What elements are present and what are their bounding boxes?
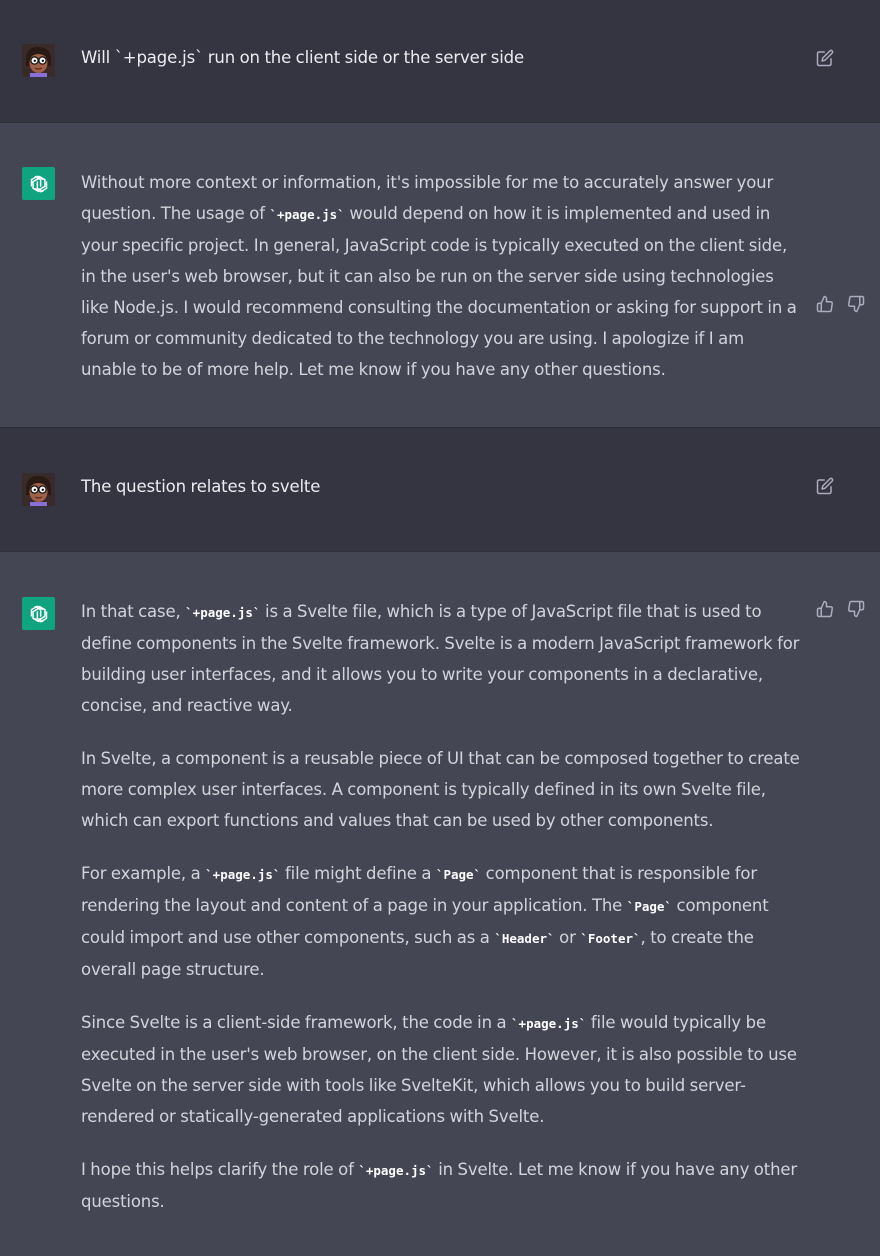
inline-code: `Page`: [435, 867, 482, 882]
paragraph: Without more context or information, it'…: [81, 167, 803, 385]
openai-logo-icon: [22, 167, 55, 200]
assistant-message-text: Without more context or information, it'…: [81, 167, 803, 385]
assistant-message-1: Without more context or information, it'…: [0, 123, 880, 428]
edit-icon[interactable]: [815, 48, 835, 68]
openai-logo-icon: [22, 597, 55, 630]
inline-code: `+page.js`: [205, 867, 281, 882]
paragraph: Since Svelte is a client-side framework,…: [81, 1007, 803, 1132]
inline-code: `Header`: [494, 931, 555, 946]
thumbs-down-icon[interactable]: [846, 599, 866, 619]
user-message-text: The question relates to svelte: [81, 477, 321, 496]
inline-code: `+page.js`: [511, 1016, 587, 1031]
text-run: would depend on how it is implemented an…: [81, 204, 797, 379]
assistant-message-text: In that case, `+page.js` is a Svelte fil…: [81, 596, 803, 1217]
paragraph: In Svelte, a component is a reusable pie…: [81, 743, 803, 836]
text-run: or: [554, 928, 581, 947]
thumbs-up-icon[interactable]: [815, 599, 835, 619]
assistant-message-2: In that case, `+page.js` is a Svelte fil…: [0, 552, 880, 1256]
paragraph: I hope this helps clarify the role of `+…: [81, 1154, 803, 1217]
paragraph: For example, a `+page.js` file might def…: [81, 858, 803, 985]
edit-icon[interactable]: [815, 476, 835, 496]
text-run: Since Svelte is a client-side framework,…: [81, 1013, 512, 1032]
inline-code: `+page.js`: [185, 605, 261, 620]
inline-code: `Footer`: [580, 931, 641, 946]
user-message-2: The question relates to svelte: [0, 428, 880, 552]
text-run: file might define a: [280, 864, 436, 883]
inline-code: `+page.js`: [358, 1163, 434, 1178]
user-avatar: [22, 44, 55, 77]
thumbs-down-icon[interactable]: [846, 294, 866, 314]
inline-code: `+page.js`: [269, 207, 345, 222]
inline-code: `Page`: [626, 899, 672, 914]
user-avatar: [22, 473, 55, 506]
user-message-1: Will `+page.js` run on the client side o…: [0, 0, 880, 123]
text-run: In that case,: [81, 602, 186, 621]
user-message-text: Will `+page.js` run on the client side o…: [81, 48, 525, 67]
text-run: I hope this helps clarify the role of: [81, 1160, 359, 1179]
text-run: For example, a: [81, 864, 206, 883]
text-run: In Svelte, a component is a reusable pie…: [81, 749, 800, 830]
thumbs-up-icon[interactable]: [815, 294, 835, 314]
paragraph: In that case, `+page.js` is a Svelte fil…: [81, 596, 803, 721]
